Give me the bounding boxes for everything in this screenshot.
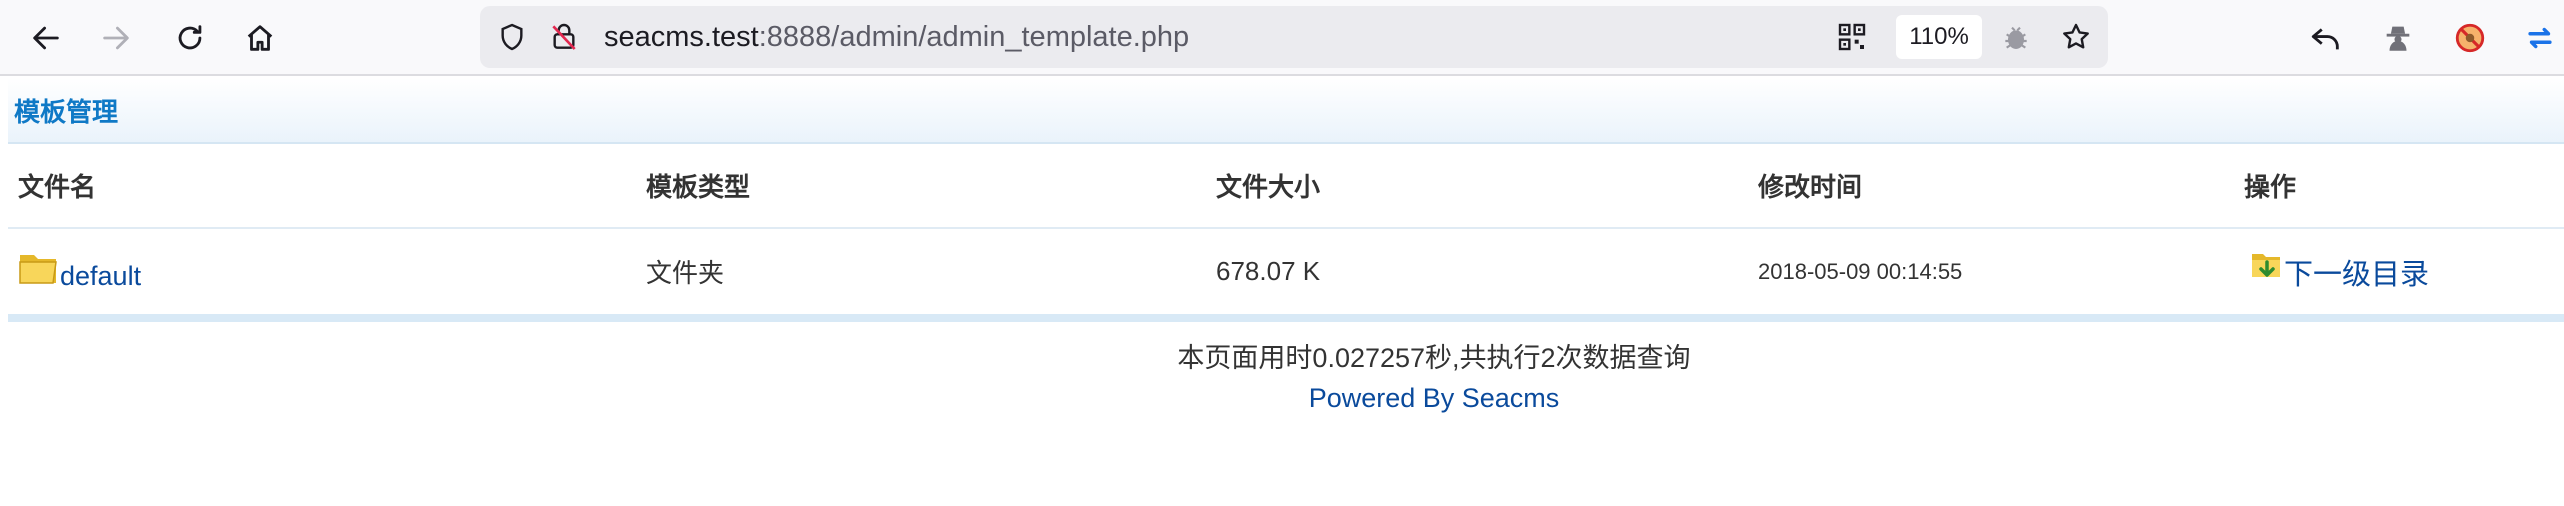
table-bottom-divider — [8, 314, 2564, 322]
template-table: 文件名 模板类型 文件大小 修改时间 操作 default 文件夹 678.07… — [8, 144, 2564, 314]
header-actions: 操作 — [2234, 144, 2564, 229]
qr-code-icon[interactable] — [1834, 19, 1870, 55]
spy-extension-button[interactable] — [2374, 14, 2422, 62]
folder-icon — [18, 249, 60, 294]
sync-extension-button[interactable] — [2516, 14, 2564, 62]
modified-time-cell: 2018-05-09 00:14:55 — [1758, 258, 1963, 284]
bug-icon[interactable] — [1998, 19, 2034, 55]
url-bar[interactable]: seacms.test:8888/admin/admin_template.ph… — [480, 6, 2108, 68]
reload-button[interactable] — [166, 14, 214, 62]
powered-by-link[interactable]: Powered By Seacms — [0, 378, 2564, 418]
header-template-type: 模板类型 — [636, 144, 1206, 229]
table-row: default 文件夹 678.07 K 2018-05-09 00:14:55… — [8, 228, 2564, 314]
url-text[interactable]: seacms.test:8888/admin/admin_template.ph… — [604, 21, 1189, 54]
header-modified-time: 修改时间 — [1748, 144, 2234, 229]
table-header-row: 文件名 模板类型 文件大小 修改时间 操作 — [8, 144, 2564, 229]
home-button[interactable] — [236, 14, 284, 62]
sync-arrows-icon — [2528, 27, 2552, 49]
arrow-right-icon — [103, 26, 129, 50]
blocker-extension-button[interactable] — [2446, 14, 2494, 62]
file-size-cell: 678.07 K — [1216, 256, 1321, 286]
spy-icon — [2386, 26, 2410, 51]
reload-icon — [178, 25, 202, 50]
action-cell: 下一级目录 — [2234, 228, 2564, 314]
page-title-bar: 模板管理 — [8, 78, 2564, 144]
block-icon — [2455, 23, 2485, 53]
zoom-level-button[interactable]: 110% — [1896, 15, 1982, 59]
filename-cell: default — [8, 228, 636, 314]
home-icon — [247, 25, 273, 51]
enter-folder-icon — [2250, 250, 2284, 293]
browser-toolbar: seacms.test:8888/admin/admin_template.ph… — [0, 0, 2564, 76]
insecure-lock-icon[interactable] — [546, 19, 582, 55]
undo-extension-button[interactable] — [2302, 14, 2350, 62]
forward-button[interactable] — [92, 14, 140, 62]
page-title: 模板管理 — [14, 96, 119, 127]
next-level-directory-link[interactable]: 下一级目录 — [2284, 259, 2429, 291]
header-filename: 文件名 — [8, 144, 636, 229]
header-file-size: 文件大小 — [1206, 144, 1748, 229]
url-path: :8888/admin/admin_template.php — [758, 21, 1190, 53]
query-stats: 本页面用时0.027257秒,共执行2次数据查询 — [1177, 343, 1691, 373]
arrow-left-icon — [33, 26, 59, 50]
folder-link[interactable]: default — [60, 261, 141, 291]
bookmark-star-icon[interactable] — [2058, 19, 2094, 55]
template-type-cell: 文件夹 — [646, 258, 725, 288]
undo-arrow-icon — [2311, 28, 2339, 50]
page-content: 模板管理 文件名 模板类型 文件大小 修改时间 操作 default 文件夹 6… — [8, 78, 2564, 322]
shield-icon[interactable] — [494, 19, 530, 55]
page-footer: 本页面用时0.027257秒,共执行2次数据查询 Powered By Seac… — [0, 338, 2564, 418]
url-host: seacms.test — [604, 21, 759, 53]
back-button[interactable] — [22, 14, 70, 62]
